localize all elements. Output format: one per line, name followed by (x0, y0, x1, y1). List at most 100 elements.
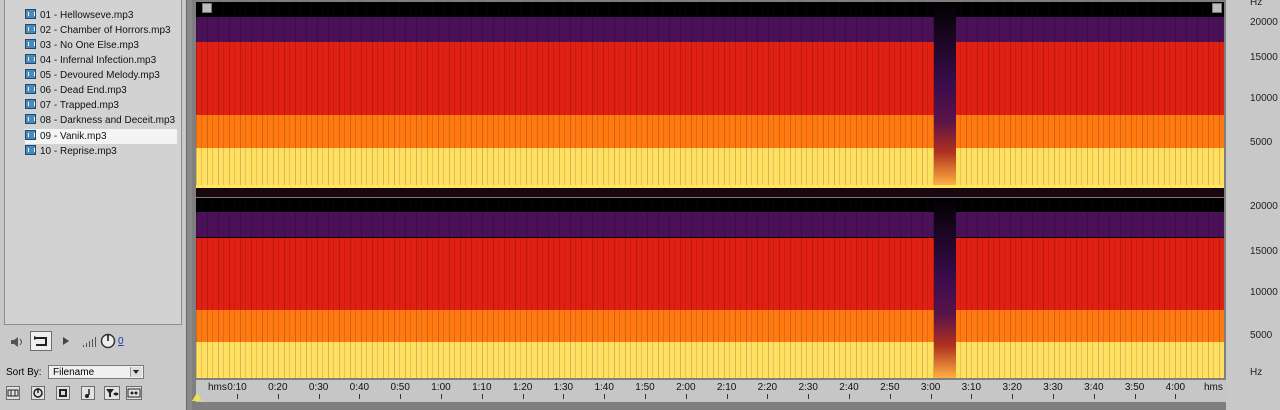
cassette-icon (127, 388, 141, 398)
freq-tick-label: 20000 (1250, 17, 1278, 28)
film-icon (59, 389, 67, 397)
file-item-label: 03 - No One Else.mp3 (40, 40, 139, 51)
spectrogram-texture (196, 2, 1224, 185)
file-item[interactable]: 08 - Darkness and Deceit.mp3 (25, 113, 177, 128)
grid-button[interactable] (6, 386, 20, 400)
time-tick-label: 2:00 (676, 382, 696, 393)
audio-file-icon (25, 84, 36, 94)
speaker-icon[interactable] (10, 336, 24, 348)
file-item[interactable]: 04 - Infernal Infection.mp3 (25, 53, 177, 68)
file-item[interactable]: 03 - No One Else.mp3 (25, 38, 177, 53)
file-item-label: 04 - Infernal Infection.mp3 (40, 55, 157, 66)
time-tick-label: 0:40 (349, 382, 370, 393)
sort-by-label: Sort By: (6, 367, 42, 378)
freq-tick-label: 10000 (1250, 93, 1278, 104)
transport-controls: 0 (4, 330, 180, 356)
freq-unit-top: Hz (1250, 0, 1263, 8)
file-item-label: 06 - Dead End.mp3 (40, 85, 127, 96)
time-tick (237, 394, 238, 399)
file-item[interactable]: 01 - Hellowseve.mp3 (25, 8, 177, 23)
audio-file-icon (25, 9, 36, 19)
audio-file-icon (25, 145, 36, 155)
music-button[interactable] (81, 386, 95, 400)
file-list[interactable]: 01 - Hellowseve.mp3 02 - Chamber of Horr… (4, 0, 182, 325)
time-axis: hms hms 0:10 0:20 0:30 0:40 0:50 1:00 1:10 1:20… (196, 380, 1226, 402)
time-tick (604, 394, 606, 399)
file-item[interactable]: 02 - Chamber of Horrors.mp3 (25, 23, 177, 38)
spectrogram-texture (196, 198, 1224, 378)
file-item-label: 05 - Devoured Melody.mp3 (40, 70, 160, 81)
time-tick-label: 2:20 (757, 382, 778, 393)
file-item-label: 02 - Chamber of Horrors.mp3 (40, 25, 171, 36)
file-item-label: 07 - Trapped.mp3 (40, 100, 119, 111)
time-tick (685, 394, 687, 399)
frequency-axis: Hz 20000 15000 10000 5000 20000 15000 10… (1226, 0, 1280, 410)
time-tick (481, 394, 483, 399)
spectrogram-channel-left[interactable] (196, 2, 1224, 185)
time-tick (1053, 394, 1054, 399)
time-tick-label: 1:30 (553, 382, 574, 393)
file-item-label: 01 - Hellowseve.mp3 (40, 10, 134, 21)
time-tick (522, 394, 524, 399)
sort-by-value: Filename (53, 367, 95, 378)
file-item-label: 10 - Reprise.mp3 (40, 146, 117, 157)
file-browser-panel: 01 - Hellowseve.mp3 02 - Chamber of Horr… (0, 0, 187, 410)
loop-icon (34, 336, 47, 346)
file-item[interactable]: 05 - Devoured Melody.mp3 (25, 68, 177, 83)
freq-tick-label: 15000 (1250, 52, 1278, 63)
freq-tick-label: 10000 (1250, 287, 1278, 298)
loop-button[interactable] (30, 331, 52, 351)
time-tick (318, 394, 320, 399)
filter-eye-icon (106, 389, 119, 397)
time-tick (726, 394, 728, 399)
time-tick (277, 394, 279, 399)
grid-icon (7, 389, 19, 397)
time-tick (359, 394, 361, 399)
spectrogram-view[interactable]: Hz 20000 15000 10000 5000 20000 15000 10… (192, 0, 1280, 410)
time-tick (849, 394, 850, 399)
time-tick-label: 4:00 (1165, 382, 1186, 393)
time-tick-label: 0:20 (268, 382, 288, 393)
panel-toolbar (6, 386, 182, 402)
playhead-marker-icon[interactable] (192, 393, 202, 401)
spectrogram-channel-right[interactable] (196, 198, 1224, 378)
play-icon[interactable] (62, 336, 70, 346)
time-unit-left: hms (208, 382, 227, 393)
freq-unit-bottom: Hz (1250, 367, 1263, 378)
time-tick-label: 2:50 (880, 382, 900, 393)
time-tick-label: 0:50 (390, 382, 410, 393)
time-tick-label: 1:40 (594, 382, 614, 393)
time-unit-right: hms (1204, 382, 1223, 393)
freq-tick-label: 20000 (1250, 201, 1278, 212)
file-item-selected[interactable]: 09 - Vanik.mp3 (25, 129, 177, 144)
music-note-icon (85, 389, 90, 398)
volume-value[interactable]: 0 (118, 336, 124, 347)
sort-by-select[interactable]: Filename (48, 365, 144, 379)
spectrogram-quiet-region (934, 198, 956, 378)
time-tick-label: 3:00 (920, 382, 941, 393)
time-tick (563, 394, 565, 399)
audio-file-icon (25, 69, 36, 79)
file-item[interactable]: 07 - Trapped.mp3 (25, 98, 177, 113)
chevron-down-icon[interactable] (130, 367, 142, 377)
cassette-button[interactable] (126, 386, 142, 400)
time-tick (767, 394, 769, 399)
file-item[interactable]: 10 - Reprise.mp3 (25, 144, 177, 159)
time-tick (400, 394, 402, 399)
time-tick-label: 3:30 (1043, 382, 1063, 393)
time-tick-label: 1:50 (635, 382, 655, 393)
time-tick-label: 0:10 (227, 382, 247, 393)
time-tick-label: 2:40 (839, 382, 859, 393)
audio-file-icon (25, 99, 36, 109)
audio-file-icon (25, 24, 36, 34)
power-button[interactable] (31, 386, 45, 400)
audio-file-icon (25, 39, 36, 49)
film-button[interactable] (56, 386, 70, 400)
zoom-handle-right-icon[interactable] (1212, 3, 1222, 13)
volume-knob-icon[interactable] (100, 333, 116, 349)
file-item[interactable]: 06 - Dead End.mp3 (25, 83, 177, 98)
time-tick-label: 3:20 (1002, 382, 1022, 393)
zoom-handle-left-icon[interactable] (202, 3, 212, 13)
time-tick (1012, 394, 1014, 399)
filter-button[interactable] (104, 386, 120, 400)
